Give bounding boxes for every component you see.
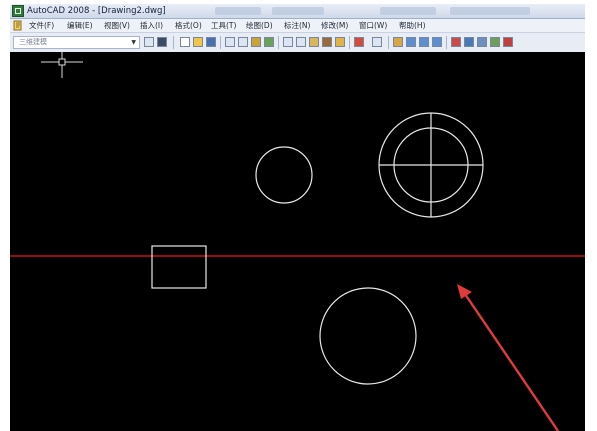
menu-format[interactable]: 格式(O)	[175, 19, 202, 32]
block-editor-icon[interactable]	[335, 37, 345, 47]
zoom-realtime-icon[interactable]	[406, 37, 416, 47]
rectangle[interactable]	[151, 245, 207, 289]
document-menu-icon[interactable]	[13, 20, 24, 31]
print-icon[interactable]	[225, 37, 235, 47]
markup-icon[interactable]	[503, 37, 513, 47]
crosshair-cursor-icon	[41, 52, 83, 78]
concentric-circles[interactable]	[378, 112, 484, 218]
design-center-icon[interactable]	[464, 37, 474, 47]
taskbar-tab-blurred	[272, 7, 324, 15]
standard-toolbar: 三维建模 ▼	[10, 33, 595, 53]
menu-file[interactable]: 文件(F)	[29, 19, 54, 32]
toolbar-separator	[220, 36, 221, 49]
window-title: AutoCAD 2008 - [Drawing2.dwg]	[27, 6, 166, 16]
circle-large[interactable]	[319, 287, 417, 385]
annotation-arrow-icon	[457, 284, 559, 431]
redo-icon[interactable]	[372, 37, 382, 47]
new-icon[interactable]	[180, 37, 190, 47]
menu-tools[interactable]: 工具(T)	[211, 19, 236, 32]
cut-icon[interactable]	[283, 37, 293, 47]
zoom-previous-icon[interactable]	[432, 37, 442, 47]
taskbar-tab-blurred	[380, 7, 436, 15]
workspace-toggle-icon[interactable]	[157, 37, 167, 47]
toolbar-separator	[349, 36, 350, 49]
paste-icon[interactable]	[309, 37, 319, 47]
toolbar-separator	[278, 36, 279, 49]
toolbar-separator	[446, 36, 447, 49]
autocad-window: AutoCAD 2008 - [Drawing2.dwg] 文件(F) 编辑(E…	[0, 0, 597, 431]
workspace-dropdown-value: 三维建模	[19, 38, 47, 46]
pan-icon[interactable]	[393, 37, 403, 47]
window-right-edge	[585, 0, 597, 431]
publish-icon[interactable]	[251, 37, 261, 47]
circle-small[interactable]	[255, 146, 313, 204]
menu-insert[interactable]: 插入(I)	[140, 19, 163, 32]
menu-edit[interactable]: 编辑(E)	[67, 19, 93, 32]
taskbar-tab-blurred	[215, 7, 261, 15]
save-icon[interactable]	[206, 37, 216, 47]
chevron-down-icon: ▼	[131, 39, 136, 46]
match-properties-icon[interactable]	[322, 37, 332, 47]
autocad-app-icon	[12, 5, 24, 17]
menu-modify[interactable]: 修改(M)	[321, 19, 348, 32]
taskbar-tab-blurred	[450, 7, 530, 15]
menu-view[interactable]: 视图(V)	[104, 19, 130, 32]
toolbar-separator	[173, 36, 174, 49]
drawing-canvas[interactable]	[10, 52, 595, 431]
sheet-set-icon[interactable]	[490, 37, 500, 47]
workspace-settings-icon[interactable]	[144, 37, 154, 47]
open-icon[interactable]	[193, 37, 203, 47]
zoom-window-icon[interactable]	[419, 37, 429, 47]
menu-bar: 文件(F) 编辑(E) 视图(V) 插入(I) 格式(O) 工具(T) 绘图(D…	[10, 19, 595, 33]
3d-dwf-icon[interactable]	[264, 37, 274, 47]
drawing-geometry	[10, 52, 595, 431]
menu-help[interactable]: 帮助(H)	[399, 19, 426, 32]
workspace-dropdown[interactable]: 三维建模 ▼	[13, 36, 140, 49]
copy-icon[interactable]	[296, 37, 306, 47]
menu-window[interactable]: 窗口(W)	[359, 19, 387, 32]
undo-icon[interactable]	[354, 37, 364, 47]
title-bar: AutoCAD 2008 - [Drawing2.dwg]	[10, 4, 595, 19]
toolbar-separator	[388, 36, 389, 49]
properties-icon[interactable]	[451, 37, 461, 47]
plot-preview-icon[interactable]	[238, 37, 248, 47]
menu-dimension[interactable]: 标注(N)	[284, 19, 310, 32]
menu-draw[interactable]: 绘图(D)	[246, 19, 273, 32]
tool-palettes-icon[interactable]	[477, 37, 487, 47]
